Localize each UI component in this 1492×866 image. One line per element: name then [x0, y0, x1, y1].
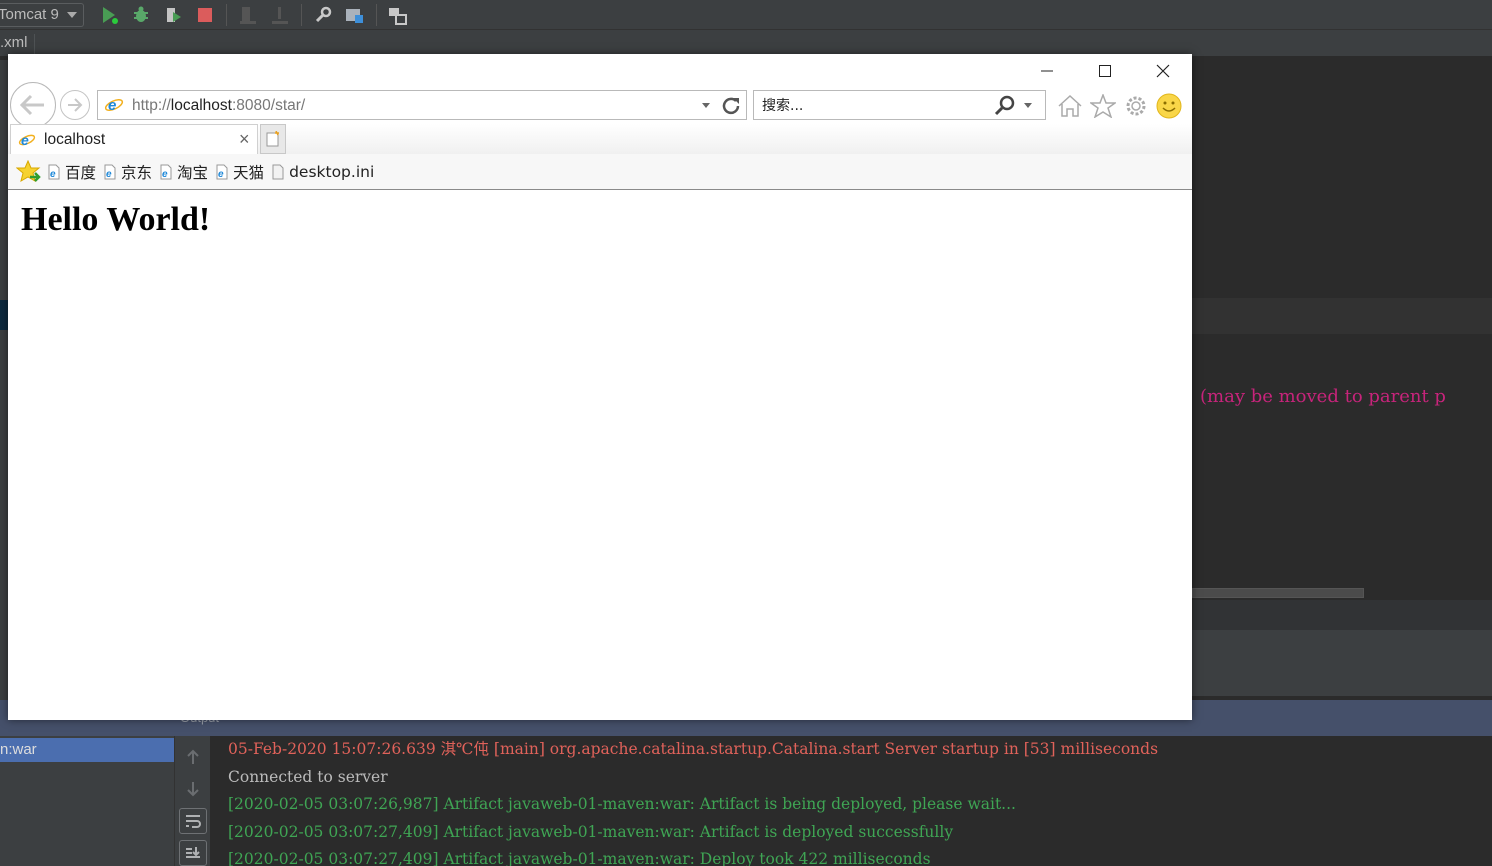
project-structure-icon[interactable] [344, 4, 366, 26]
favorite-label: 京东 [121, 163, 153, 182]
svg-text:e: e [21, 132, 29, 148]
favorite-item[interactable]: desktop.ini [270, 163, 374, 181]
toolbar-divider [375, 3, 377, 26]
build-icon[interactable] [237, 4, 259, 26]
url-scheme: http:// [132, 97, 171, 114]
scroll-to-end-button[interactable] [179, 840, 207, 866]
ide-toolbar: Tomcat 9 [0, 0, 1492, 30]
console-line: [2020-02-05 03:07:27,409] Artifact javaw… [228, 850, 931, 866]
console-line: 05-Feb-2020 15:07:26.639 淇℃伅 [main] org.… [228, 740, 1159, 758]
favorites-star-icon[interactable] [1089, 92, 1117, 120]
page-heading: Hello World! [21, 201, 211, 238]
svg-text:e: e [106, 169, 112, 180]
project-sidebar-edge [0, 60, 8, 700]
favorite-label: desktop.ini [289, 162, 375, 181]
address-bar[interactable]: e http://localhost:8080/star/ [97, 90, 747, 120]
coverage-icon[interactable] [162, 4, 184, 26]
search-dropdown-icon[interactable] [1024, 103, 1032, 108]
svg-text:e: e [50, 169, 56, 180]
back-button[interactable] [10, 82, 56, 128]
url-path: :8080/star/ [231, 97, 306, 114]
tab-bar: e localhost × [8, 124, 1192, 154]
console-gutter [174, 736, 210, 866]
address-dropdown-icon[interactable] [702, 103, 710, 108]
file-icon [272, 164, 284, 179]
run-config-select[interactable]: Tomcat 9 [0, 2, 84, 27]
svg-text:e: e [108, 97, 116, 114]
search-box[interactable] [753, 90, 1046, 120]
favorite-item[interactable]: e 京东 [102, 161, 152, 183]
chevron-down-icon [66, 11, 77, 18]
home-icon[interactable] [1056, 92, 1084, 120]
horizontal-scrollbar[interactable] [1192, 588, 1364, 598]
run-config-label: Tomcat 9 [0, 6, 59, 23]
favorites-bar: e 百度 e 京东 e 淘宝 e 天猫 desktop.ini [8, 154, 1192, 190]
ie-logo-icon: e [104, 97, 124, 114]
page-content: Hello World! [8, 191, 1192, 720]
smiley-feedback-icon[interactable] [1155, 92, 1183, 120]
desktop: Tomcat 9 .xml (may be moved to parent p … [0, 0, 1492, 866]
url-text[interactable]: http://localhost:8080/star/ [132, 97, 305, 115]
search-icon[interactable] [994, 95, 1016, 117]
ie-page-icon: e [104, 164, 116, 180]
svg-text:e: e [162, 169, 168, 180]
console-line: [2020-02-05 03:07:27,409] Artifact javaw… [228, 822, 954, 841]
scroll-down-button[interactable] [179, 776, 207, 802]
ie-page-icon: e [160, 164, 172, 180]
debug-icon[interactable] [130, 4, 152, 26]
stop-icon[interactable] [194, 4, 216, 26]
forward-arrow-icon [68, 98, 83, 112]
navigation-bar: e http://localhost:8080/star/ [8, 82, 1192, 128]
wrench-icon[interactable] [312, 4, 334, 26]
soft-wrap-button[interactable] [179, 808, 207, 834]
toolbar-divider [300, 3, 302, 26]
refresh-icon[interactable] [720, 95, 742, 117]
ie-page-icon: e [48, 164, 60, 180]
editor-tab[interactable]: .xml [0, 34, 35, 56]
toolbar-divider [225, 3, 227, 26]
forward-button[interactable] [60, 90, 90, 120]
close-tab-icon[interactable]: × [239, 129, 250, 150]
favorite-label: 天猫 [233, 163, 265, 182]
url-host: localhost [170, 97, 232, 114]
browser-window: e http://localhost:8080/star/ 搜索... e lo… [8, 54, 1192, 720]
ie-page-icon: e [216, 164, 228, 180]
tab-localhost[interactable]: e localhost × [10, 124, 258, 154]
svg-text:e: e [218, 169, 224, 180]
sdk-icon[interactable] [387, 4, 409, 26]
gear-icon[interactable] [1122, 92, 1150, 120]
favorite-label: 淘宝 [177, 163, 209, 182]
project-selection [0, 300, 8, 330]
favorites-center-icon[interactable] [16, 159, 42, 184]
tab-title: localhost [44, 131, 106, 148]
scroll-up-button[interactable] [179, 744, 207, 770]
new-tab-button[interactable] [260, 124, 286, 154]
run-icon[interactable] [98, 4, 120, 26]
favorite-item[interactable]: e 百度 [46, 161, 96, 183]
console-line: Connected to server [228, 767, 388, 786]
console-line: [2020-02-05 03:07:26,987] Artifact javaw… [228, 795, 1016, 813]
deployment-list: n:war [0, 736, 174, 866]
favorite-item[interactable]: e 天猫 [214, 161, 264, 183]
code-line-fragment: (may be moved to parent p [1200, 386, 1446, 407]
back-arrow-icon [19, 94, 44, 116]
console-output[interactable]: 05-Feb-2020 15:07:26.639 淇℃伅 [main] org.… [210, 736, 1492, 866]
favorite-label: 百度 [65, 163, 97, 182]
ie-logo-icon: e [18, 132, 36, 148]
favorite-item[interactable]: e 淘宝 [158, 161, 208, 183]
deployment-item[interactable]: n:war [0, 738, 174, 762]
deploy-icon[interactable] [269, 4, 291, 26]
search-input[interactable] [762, 96, 982, 116]
